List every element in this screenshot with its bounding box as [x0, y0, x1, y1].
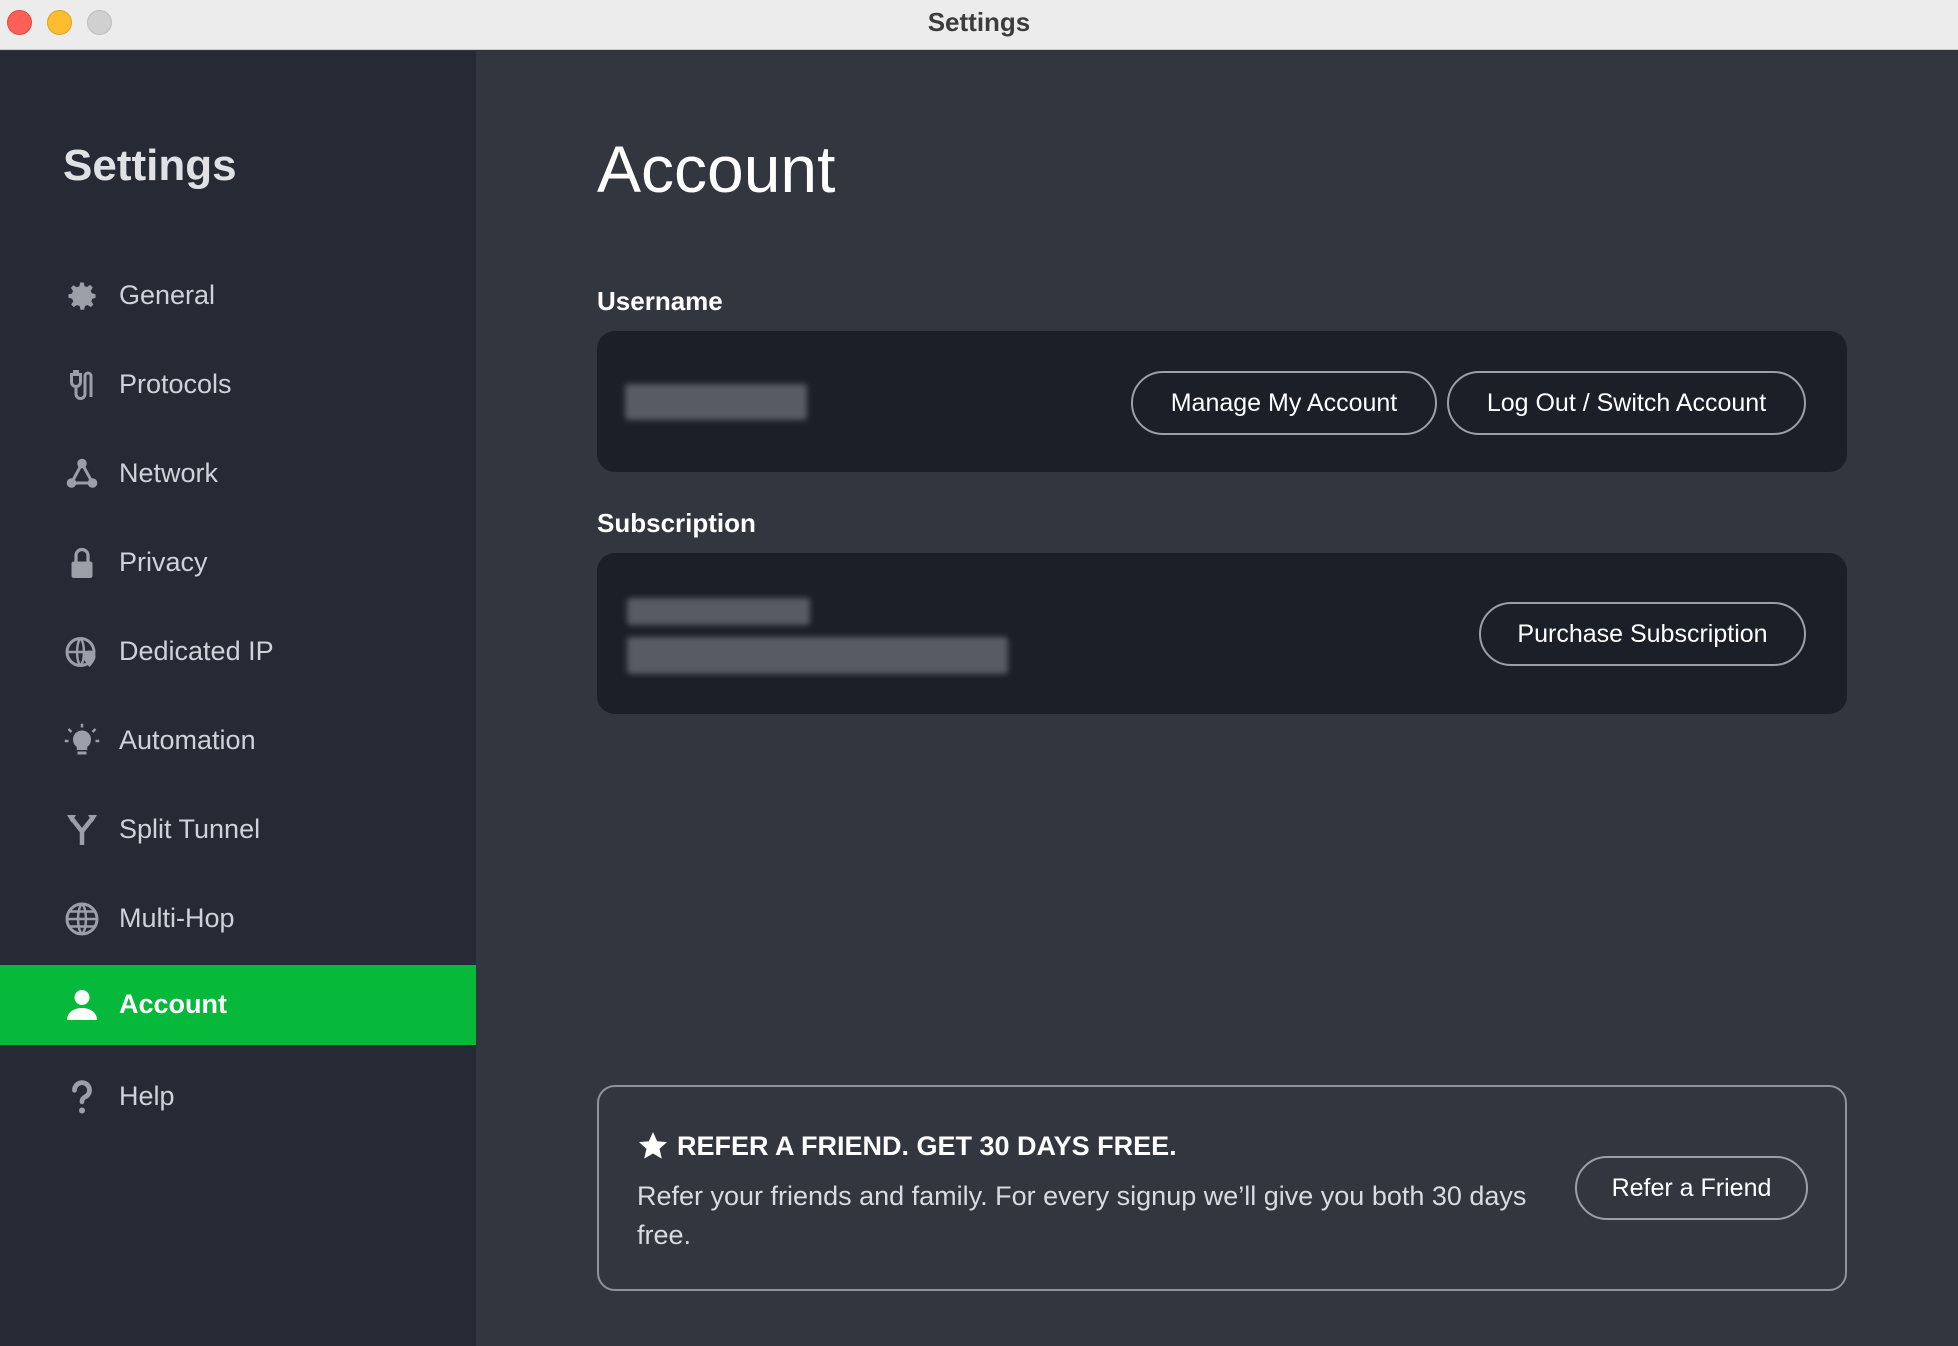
sidebar-item-label: Multi-Hop [119, 903, 235, 933]
window-title: Settings [927, 7, 1031, 37]
globe-icon [64, 901, 100, 937]
page-title: Account [597, 132, 836, 206]
sidebar-item-account[interactable]: Account [0, 965, 476, 1045]
lightbulb-icon [64, 723, 100, 759]
user-icon [64, 987, 100, 1023]
sidebar-item-label: Privacy [119, 547, 208, 577]
sidebar-item-network[interactable]: Network [0, 434, 476, 514]
sidebar-item-label: Account [119, 989, 227, 1019]
redacted-username [625, 384, 807, 420]
sidebar-item-help[interactable]: Help [0, 1057, 476, 1137]
star-icon [637, 1130, 669, 1162]
username-label: Username [597, 286, 723, 316]
sidebar-item-automation[interactable]: Automation [0, 701, 476, 781]
title-bar: Settings [0, 0, 1958, 50]
lock-icon [64, 545, 100, 581]
sidebar-item-label: Split Tunnel [119, 814, 261, 844]
refer-description: Refer your friends and family. For every… [637, 1181, 1527, 1250]
manage-account-button[interactable]: Manage My Account [1131, 371, 1437, 435]
refer-headline: REFER A FRIEND. GET 30 DAYS FREE. [677, 1131, 1177, 1161]
subscription-label: Subscription [597, 508, 756, 538]
sidebar-item-split-tunnel[interactable]: Split Tunnel [0, 790, 476, 870]
gear-icon [64, 278, 100, 314]
network-icon [64, 456, 100, 492]
sidebar-item-dedicated-ip[interactable]: Dedicated IP [0, 612, 476, 692]
sidebar-item-label: Network [119, 458, 219, 488]
split-icon [64, 812, 100, 848]
sidebar-item-general[interactable]: General [0, 256, 476, 336]
sidebar-item-label: Automation [119, 725, 256, 755]
redacted-plan-name [627, 598, 810, 625]
plug-icon [64, 367, 100, 403]
sidebar-item-privacy[interactable]: Privacy [0, 523, 476, 603]
sidebar-item-label: Protocols [119, 369, 232, 399]
sidebar: Settings General Protocols Network Priva… [0, 51, 476, 1346]
subscription-card: Purchase Subscription [597, 553, 1847, 714]
sidebar-heading: Settings [63, 141, 237, 190]
purchase-subscription-button[interactable]: Purchase Subscription [1479, 602, 1806, 666]
sidebar-item-label: Dedicated IP [119, 636, 274, 666]
refer-a-friend-button[interactable]: Refer a Friend [1575, 1156, 1808, 1220]
sidebar-item-multi-hop[interactable]: Multi-Hop [0, 879, 476, 959]
sidebar-item-label: General [119, 280, 216, 310]
redacted-plan-details [627, 637, 1008, 674]
username-card: Manage My Account Log Out / Switch Accou… [597, 331, 1847, 472]
question-icon [64, 1079, 100, 1115]
refer-a-friend-banner: REFER A FRIEND. GET 30 DAYS FREE. Refer … [597, 1085, 1847, 1291]
globe-pin-icon [64, 634, 100, 670]
sidebar-item-protocols[interactable]: Protocols [0, 345, 476, 425]
settings-window: Settings Settings General Protocols Netw… [0, 0, 1958, 1346]
main-content: Account Username Manage My Account Log O… [476, 51, 1958, 1346]
logout-switch-account-button[interactable]: Log Out / Switch Account [1447, 371, 1806, 435]
sidebar-item-label: Help [119, 1081, 175, 1111]
